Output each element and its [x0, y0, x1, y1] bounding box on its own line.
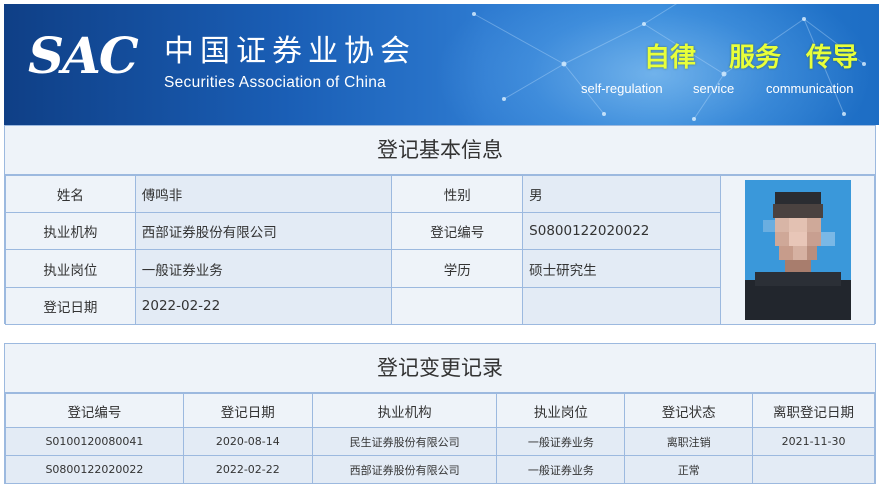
registration-number-value: S0800122020022: [522, 212, 722, 250]
column-header-status: 登记状态: [624, 393, 754, 428]
cell-institution: 西部证券股份有限公司: [311, 455, 498, 484]
education-label: 学历: [391, 249, 524, 288]
name-label: 姓名: [5, 175, 136, 213]
registration-date-value: 2022-02-22: [134, 287, 393, 325]
slogan-service-en: service: [693, 81, 735, 96]
registration-number-label: 登记编号: [391, 212, 524, 250]
sac-logo[interactable]: SAC: [28, 26, 139, 86]
site-banner: SAC 中国证券业协会 Securities Association of Ch…: [4, 4, 879, 125]
cell-registration-number: S0800122020022: [5, 455, 184, 484]
profile-photo: [744, 180, 851, 320]
cell-resignation-date: [752, 455, 875, 484]
slogan-service-cn: 服务: [729, 43, 782, 73]
education-value: 硕士研究生: [522, 249, 722, 288]
logo-english-name: Securities Association of China: [164, 74, 387, 91]
cell-registration-date: 2020-08-14: [182, 427, 313, 456]
logo-chinese-name: 中国证券业协会: [164, 34, 416, 69]
cell-resignation-date: 2021-11-30: [752, 427, 875, 456]
cell-status: 正常: [624, 455, 754, 484]
gender-value: 男: [522, 175, 722, 213]
position-label: 执业岗位: [5, 249, 136, 288]
cell-position: 一般证券业务: [496, 455, 626, 484]
column-header-registration-number: 登记编号: [5, 393, 184, 428]
change-history-panel: 登记变更记录 登记编号 登记日期 执业机构 执业岗位 登记状态 离职登记日期 S…: [4, 343, 876, 484]
institution-label: 执业机构: [5, 212, 136, 250]
empty-value-cell: [522, 287, 722, 325]
change-history-table: 登记编号 登记日期 执业机构 执业岗位 登记状态 离职登记日期 S0100120…: [5, 393, 875, 484]
slogan-self-regulation-en: self-regulation: [581, 81, 663, 96]
column-header-position: 执业岗位: [496, 393, 626, 428]
column-header-institution: 执业机构: [311, 393, 498, 428]
table-header-row: 登记编号 登记日期 执业机构 执业岗位 登记状态 离职登记日期: [5, 393, 875, 428]
photo-cell: [720, 175, 875, 325]
info-row: 姓名 傅鸣非 性别 男: [5, 175, 875, 325]
cell-registration-date: 2022-02-22: [182, 455, 313, 484]
cell-status: 离职注销: [624, 427, 754, 456]
gender-label: 性别: [391, 175, 524, 213]
name-value: 傅鸣非: [134, 175, 393, 213]
institution-value: 西部证券股份有限公司: [134, 212, 393, 250]
slogan-self-regulation-cn: 自律: [644, 43, 697, 73]
pixelated-portrait-icon: [744, 180, 851, 320]
slogan-communication-cn: 传导: [806, 43, 859, 73]
cell-position: 一般证券业务: [496, 427, 626, 456]
basic-info-panel: 登记基本信息 姓名 傅鸣非 性别 男 执业机构 西部证券股份有限公司 登记编号 …: [4, 125, 876, 325]
basic-info-title: 登记基本信息: [5, 126, 875, 175]
table-row: S0100120080041 2020-08-14 民生证券股份有限公司 一般证…: [5, 427, 875, 456]
cell-registration-number: S0100120080041: [5, 427, 184, 456]
empty-label-cell: [391, 287, 524, 325]
column-header-registration-date: 登记日期: [182, 393, 313, 428]
change-history-title: 登记变更记录: [5, 344, 875, 393]
registration-date-label: 登记日期: [5, 287, 136, 325]
cell-institution: 民生证券股份有限公司: [311, 427, 498, 456]
slogan-communication-en: communication: [766, 81, 854, 96]
position-value: 一般证券业务: [134, 249, 393, 288]
basic-info-table: 姓名 傅鸣非 性别 男 执业机构 西部证券股份有限公司 登记编号 S080012…: [5, 175, 875, 325]
table-row: S0800122020022 2022-02-22 西部证券股份有限公司 一般证…: [5, 455, 875, 484]
column-header-resignation-date: 离职登记日期: [752, 393, 875, 428]
